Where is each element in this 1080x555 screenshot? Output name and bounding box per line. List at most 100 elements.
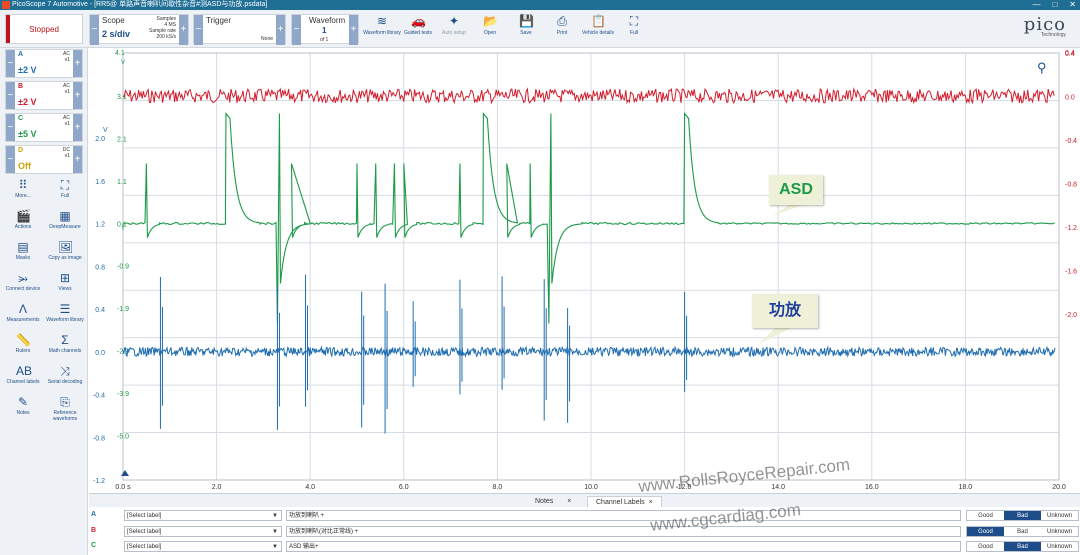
- channel-b-decrease-button[interactable]: −: [6, 82, 15, 109]
- sample-rate-value[interactable]: 200 kS/s: [157, 34, 176, 40]
- timebase-value[interactable]: 2 s/div: [102, 29, 130, 39]
- channel-c-decrease-button[interactable]: −: [6, 114, 15, 141]
- x-tick-label: 8.0: [493, 484, 503, 491]
- measure-tool-button[interactable]: Λ Measurements: [3, 302, 43, 323]
- amplifier-callout-pointer: [759, 328, 791, 344]
- channel-coupling[interactable]: AC x1: [63, 83, 70, 95]
- masks-tool-button[interactable]: ▤ Masks: [3, 240, 43, 261]
- print-button[interactable]: ⎙ Print: [543, 14, 581, 46]
- print-icon: ⎙: [557, 14, 567, 28]
- waveform-library-button[interactable]: ≋ Waveform library: [363, 14, 401, 46]
- deepmeasure-tool-button[interactable]: ▦ DeepMeasure: [45, 209, 85, 230]
- measure-icon: Λ: [18, 302, 27, 316]
- channel-coupling[interactable]: AC x1: [63, 51, 70, 63]
- zoom-icon[interactable]: ⚲: [1037, 60, 1047, 76]
- trigger-mode[interactable]: None: [261, 36, 273, 42]
- rating-unknown-button[interactable]: Unknown: [1041, 542, 1078, 551]
- channel-c-increase-button[interactable]: +: [73, 114, 82, 141]
- rating-bad-button[interactable]: Bad: [1004, 527, 1041, 536]
- maximize-button[interactable]: □: [1052, 0, 1057, 10]
- channel-a-decrease-button[interactable]: −: [6, 50, 15, 77]
- chevron-down-icon: ▼: [272, 544, 278, 550]
- rating-good-button[interactable]: Good: [967, 542, 1004, 551]
- x-tick-label: 14.0: [771, 484, 785, 491]
- fullscreen-button[interactable]: ⛶ Full: [615, 14, 653, 46]
- tab-notes-close-icon[interactable]: ×: [567, 498, 571, 505]
- channel-range[interactable]: ±2 V: [18, 65, 36, 75]
- channel-coupling[interactable]: DC x1: [63, 147, 70, 159]
- grid-tool-button[interactable]: ⠿ More...: [3, 178, 43, 199]
- axis-c-tick-label: 1.1: [117, 179, 127, 186]
- axis-b-tick-label: -1.6: [1065, 269, 1077, 276]
- rating-good-button[interactable]: Good: [967, 526, 1004, 536]
- oscilloscope-plot[interactable]: 0.0 s 2.0 4.0 6.0 8.0 10.0 12.0 14.0 16.0 18.0 20.…: [89, 48, 1080, 493]
- axis-a-tick-label: -0.4: [93, 393, 105, 400]
- axis-c-tick-label: -1.9: [117, 306, 129, 313]
- trigger-increase-button[interactable]: +: [276, 15, 285, 45]
- x-tick-label: 0.0 s: [115, 484, 131, 491]
- tab-notes-label: Notes: [535, 498, 554, 505]
- waveform-index: 1: [322, 26, 327, 35]
- label-select[interactable]: [Select label] ▼: [124, 525, 282, 537]
- close-button[interactable]: ✕: [1069, 0, 1076, 10]
- wand-icon: ✦: [448, 14, 460, 28]
- timebase-increase-button[interactable]: +: [179, 15, 188, 45]
- rating-unknown-button[interactable]: Unknown: [1041, 511, 1078, 520]
- tool-label: Full: [60, 193, 70, 199]
- channel-b-increase-button[interactable]: +: [73, 82, 82, 109]
- channel-b-box[interactable]: − B ±2 V AC x1 +: [5, 81, 83, 110]
- actions-icon: 🎬: [16, 209, 31, 223]
- fullscreen-tool-button[interactable]: ⛶ Full: [45, 178, 85, 199]
- save-button[interactable]: 💾 Save: [507, 14, 545, 46]
- channel-a-box[interactable]: − A ±2 V AC x1 +: [5, 49, 83, 78]
- waveform-prev-button[interactable]: −: [292, 15, 301, 45]
- rating-bad-button[interactable]: Bad: [1004, 511, 1041, 520]
- tab-channel-labels-close-icon[interactable]: ×: [649, 499, 653, 506]
- waveform-next-button[interactable]: +: [349, 15, 358, 45]
- actions-tool-button[interactable]: 🎬 Actions: [3, 209, 43, 230]
- rating-unknown-button[interactable]: Unknown: [1041, 527, 1078, 536]
- label-text-field[interactable]: 功放到喇叭(对比正常线) +: [286, 525, 961, 537]
- folder-button[interactable]: 📂 Open: [471, 14, 509, 46]
- timebase-decrease-button[interactable]: −: [90, 15, 99, 45]
- car-button[interactable]: 🚗 Guided tests: [399, 14, 437, 46]
- rating-good-button[interactable]: Good: [967, 511, 1004, 520]
- image-tool-button[interactable]: 🖼 Copy as image: [45, 240, 85, 261]
- channel-d-increase-button[interactable]: +: [73, 146, 82, 173]
- usb-tool-button[interactable]: ⭃ Connect device: [3, 271, 43, 292]
- sigma-icon: Σ: [61, 333, 69, 347]
- asd-callout-text: ASD: [779, 181, 813, 198]
- channel-d-decrease-button[interactable]: −: [6, 146, 15, 173]
- clipboard-button[interactable]: 📋 Vehicle details: [579, 14, 617, 46]
- axis-a-unit: V: [103, 127, 108, 134]
- channel-a-increase-button[interactable]: +: [73, 50, 82, 77]
- channel-c-box[interactable]: − C ±5 V AC x1 +: [5, 113, 83, 142]
- tool-label: Connect device: [5, 286, 41, 292]
- channel-range[interactable]: Off: [18, 161, 31, 171]
- run-stop-button[interactable]: Stopped: [5, 14, 83, 44]
- channel-range[interactable]: ±2 V: [18, 97, 36, 107]
- library-tool-button[interactable]: ☰ Waveform library: [45, 302, 85, 323]
- minimize-button[interactable]: —: [1032, 0, 1040, 10]
- abcd-tool-button[interactable]: AB Channel labels: [3, 364, 43, 385]
- wand-button[interactable]: ✦ Auto setup: [435, 14, 473, 46]
- amplifier-callout-text: 功放: [768, 302, 801, 319]
- label-select[interactable]: [Select label] ▼: [124, 541, 282, 552]
- reference-tool-button[interactable]: ⎘ Reference waveforms: [45, 395, 85, 422]
- channel-range[interactable]: ±5 V: [18, 129, 36, 139]
- channel-coupling[interactable]: AC x1: [63, 115, 70, 127]
- series-c-trace: [122, 111, 1055, 324]
- views-tool-button[interactable]: ⊞ Views: [45, 271, 85, 292]
- sigma-tool-button[interactable]: Σ Math channels: [45, 333, 85, 354]
- rating-bad-button[interactable]: Bad: [1004, 542, 1041, 551]
- label-select[interactable]: [Select label] ▼: [124, 510, 282, 521]
- serial-tool-button[interactable]: ⤨ Serial decoding: [45, 364, 85, 385]
- channel-d-box[interactable]: − D Off DC x1 +: [5, 145, 83, 174]
- trigger-decrease-button[interactable]: −: [194, 15, 203, 45]
- toolbar-button-label: Vehicle details: [582, 30, 614, 36]
- notes-tool-button[interactable]: ✎ Notes: [3, 395, 43, 416]
- label-text-field[interactable]: 功放到喇叭 +: [286, 510, 961, 521]
- plot-area[interactable]: 0.0 s 2.0 4.0 6.0 8.0 10.0 12.0 14.0 16.0 18.0 20.…: [89, 48, 1080, 493]
- label-text-field[interactable]: ASD 输出+: [286, 541, 961, 552]
- ruler-tool-button[interactable]: 📏 Rulers: [3, 333, 43, 354]
